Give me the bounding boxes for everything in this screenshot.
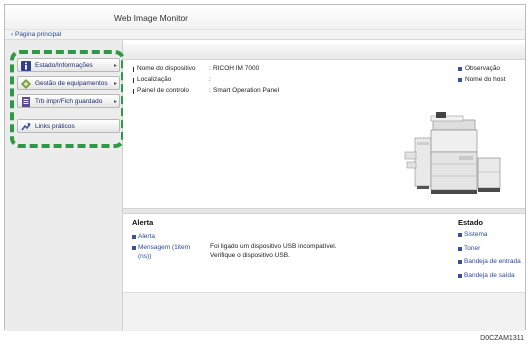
host-name-link-label: Nome do host	[465, 76, 506, 83]
content-toolbar	[123, 44, 525, 60]
message-link-continued[interactable]: (ns))	[132, 253, 151, 260]
chevron-right-icon: ▸	[113, 99, 117, 105]
device-info-value: RICOH IM 7000	[213, 65, 260, 72]
status-link-toner[interactable]: Toner	[458, 245, 521, 259]
footer-bar	[123, 292, 525, 331]
home-bar: ‹ Página principal	[5, 29, 525, 40]
section-separator	[123, 208, 525, 214]
sidebar-item-device-management[interactable]: Gestão de equipamentos ▸	[17, 76, 120, 90]
bullet-icon	[458, 260, 462, 264]
header: Web Image Monitor	[5, 5, 525, 29]
chevron-right-icon: ▸	[113, 63, 117, 69]
alert-message-line: Verifique o dispositivo USB.	[210, 252, 290, 259]
device-info-key: Nome do dispositivo	[137, 65, 196, 72]
bullet-icon	[458, 67, 462, 71]
host-name-link[interactable]: Nome do host	[458, 76, 505, 87]
colon: :	[209, 65, 211, 72]
figure-code: D0CZAM1311	[480, 335, 524, 342]
alert-message-line: Foi ligado um dispositivo USB incompatív…	[210, 243, 337, 250]
sidebar-item-status-information[interactable]: Estado/Informações ▸	[17, 58, 120, 72]
sidebar-menu-highlight: Estado/Informações ▸ Gestão de equipamen…	[10, 50, 125, 148]
stored-document-icon	[21, 97, 31, 107]
info-icon	[21, 61, 31, 71]
colon: :	[209, 87, 211, 94]
sidebar-item-stored-documents[interactable]: Trb impr/Fich guardado ▸	[17, 94, 120, 108]
device-management-icon	[21, 79, 31, 89]
alert-link[interactable]: Alerta	[132, 233, 155, 240]
message-link-label: Mensagem (1item	[138, 244, 191, 251]
bullet-icon	[458, 78, 462, 82]
bullet-icon	[458, 246, 462, 251]
status-link-label: Bandeja de entrada	[464, 258, 521, 265]
printer-image	[404, 112, 501, 194]
message-link[interactable]: Mensagem (1item	[132, 244, 190, 251]
sidebar-item-label: Estado/Informações	[35, 62, 93, 69]
alert-title: Alerta	[132, 218, 154, 227]
status-link-input-tray[interactable]: Bandeja de entrada	[458, 258, 521, 272]
row-marker	[133, 78, 134, 83]
status-link-output-tray[interactable]: Bandeja de saída	[458, 272, 521, 286]
device-info-key: Localização	[137, 76, 172, 83]
observation-link-label: Observação	[465, 65, 501, 72]
device-info-value: Smart Operation Panel	[213, 87, 280, 94]
chevron-right-icon: ▸	[113, 81, 117, 87]
status-title: Estado	[458, 218, 484, 227]
device-info-key: Painel de controlo	[137, 87, 190, 94]
bullet-icon	[458, 233, 462, 237]
alert-message: Foi ligado um dispositivo USB incompatív…	[210, 242, 336, 260]
status-link-label: Toner	[464, 244, 481, 252]
message-link-label-continued: (ns))	[138, 253, 152, 260]
status-section: Estado Sistema Toner Bandeja de entrada …	[458, 218, 521, 285]
link-arrow-icon	[21, 122, 31, 132]
status-link-system[interactable]: Sistema	[458, 231, 521, 245]
device-info-links: Observação Nome do host	[458, 65, 505, 87]
bullet-icon	[132, 235, 136, 239]
browser-frame: Web Image Monitor ‹ Página principal Est…	[4, 4, 526, 331]
sidebar-item-label: Links práticos	[35, 123, 75, 130]
bullet-icon	[458, 273, 462, 278]
status-link-label: Bandeja de saída	[464, 271, 515, 279]
bullet-icon	[132, 246, 136, 250]
observation-link[interactable]: Observação	[458, 65, 505, 76]
alert-section: Alerta Alerta Mensagem (1item (ns)) Foi …	[132, 218, 336, 260]
row-marker	[133, 67, 134, 72]
colon: :	[209, 76, 211, 83]
home-link-label: Página principal	[14, 31, 62, 38]
row-marker	[133, 89, 134, 94]
sidebar-item-quick-links[interactable]: Links práticos	[17, 119, 120, 133]
sidebar-item-label: Trb impr/Fich guardado	[35, 98, 103, 105]
app-title: Web Image Monitor	[114, 13, 189, 23]
alert-link-label: Alerta	[138, 233, 155, 240]
device-info-panel: Nome do dispositivo : RICOH IM 7000 Loca…	[123, 60, 525, 208]
sidebar-item-label: Gestão de equipamentos	[35, 80, 108, 87]
home-link[interactable]: ‹ Página principal	[11, 31, 61, 38]
sidebar: Estado/Informações ▸ Gestão de equipamen…	[5, 40, 125, 331]
status-link-label: Sistema	[464, 231, 488, 238]
